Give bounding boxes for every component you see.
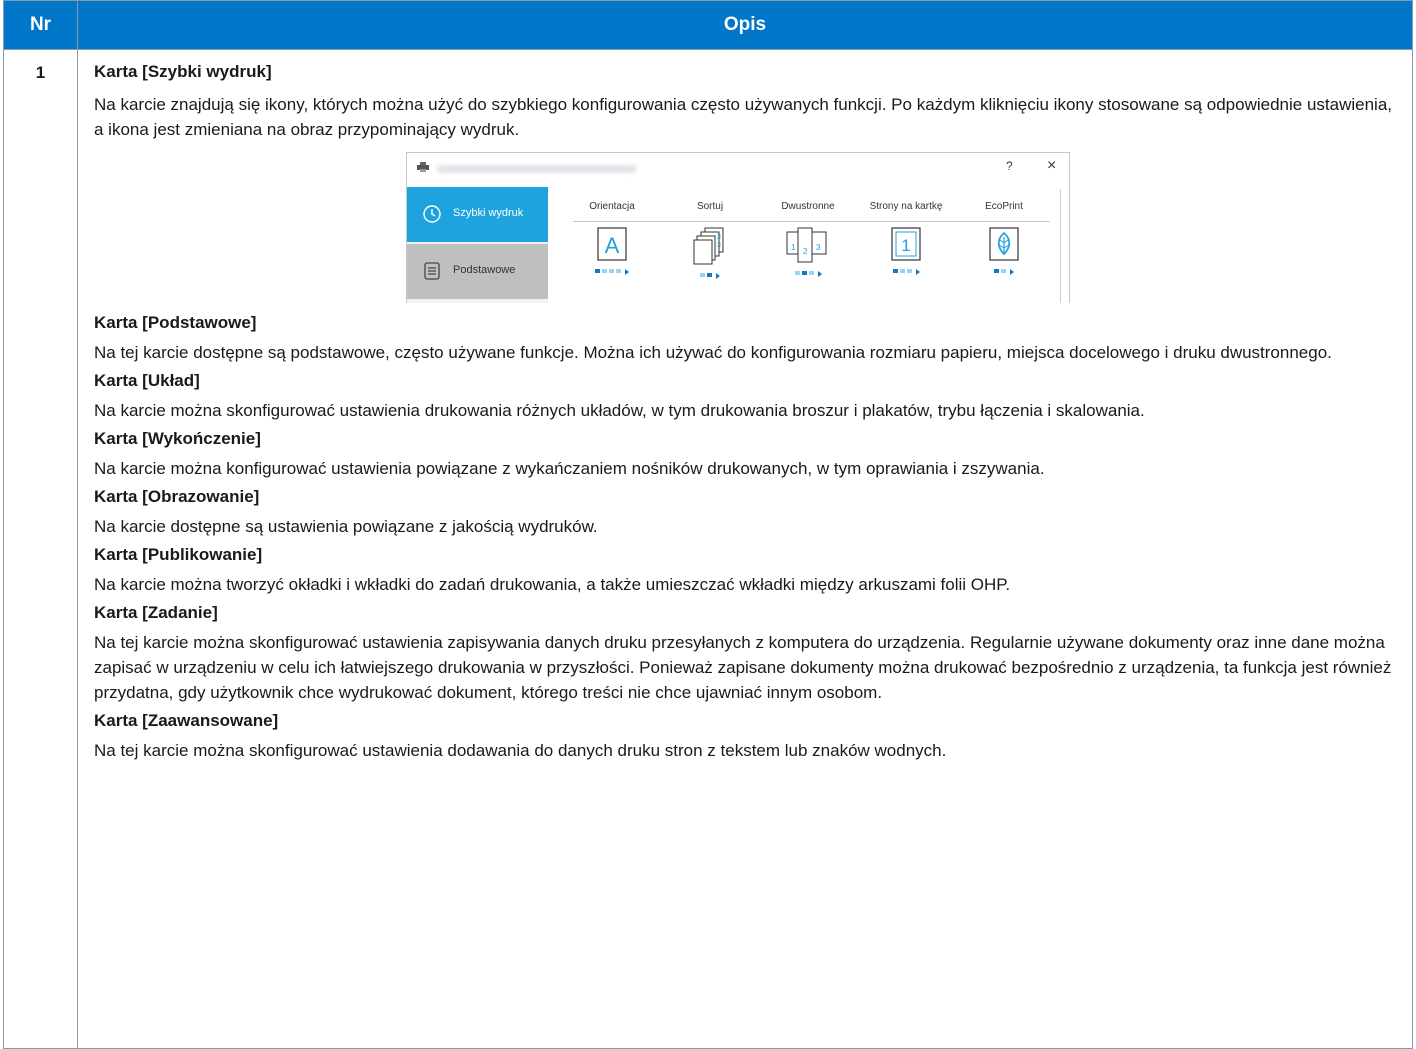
section-body: Na tej karcie można skonfigurować ustawi… bbox=[94, 741, 947, 760]
ecoprint-icon bbox=[989, 227, 1019, 261]
section-obrazowanie: Karta [Obrazowanie] Na karcie dostępne s… bbox=[94, 487, 1400, 539]
section-title: Karta [Wykończenie] bbox=[94, 429, 261, 448]
section-title: Karta [Publikowanie] bbox=[94, 545, 263, 564]
tab-podstawowe[interactable]: Podstawowe bbox=[407, 244, 548, 299]
header-opis: Opis bbox=[77, 0, 1413, 50]
row-number: 1 bbox=[3, 49, 78, 1049]
option-label: Dwustronne bbox=[781, 201, 835, 212]
state-indicator bbox=[758, 271, 858, 277]
section-title: Karta [Zadanie] bbox=[94, 603, 218, 622]
section-body: Na tej karcie można skonfigurować ustawi… bbox=[94, 633, 1392, 702]
section-zadanie: Karta [Zadanie] Na tej karcie można skon… bbox=[94, 603, 1400, 705]
dialog-title-bar: ? × bbox=[407, 153, 1069, 183]
section-title: Karta [Podstawowe] bbox=[94, 313, 257, 332]
section-body: Na karcie dostępne są ustawienia powiąza… bbox=[94, 517, 598, 536]
section-publikowanie: Karta [Publikowanie] Na karcie można two… bbox=[94, 545, 1400, 597]
section-body: Na karcie można tworzyć okładki i wkładk… bbox=[94, 575, 1011, 594]
document-icon bbox=[424, 262, 440, 280]
section-body: Na karcie znajdują się ikony, których mo… bbox=[94, 95, 1393, 139]
section-podstawowe: Karta [Podstawowe] Na tej karcie dostępn… bbox=[94, 313, 1400, 365]
section-body: Na karcie można skonfigurować ustawienia… bbox=[94, 401, 1145, 420]
svg-text:3: 3 bbox=[717, 242, 721, 249]
section-wykonczenie: Karta [Wykończenie] Na karcie można konf… bbox=[94, 429, 1400, 481]
option-label: EcoPrint bbox=[985, 201, 1023, 212]
print-dialog-screenshot: ? × Szybki wydruk Podstawowe Orientacja … bbox=[406, 152, 1070, 303]
option-ecoprint[interactable]: EcoPrint bbox=[954, 201, 1054, 275]
orientation-icon: A bbox=[597, 227, 627, 261]
option-label: Strony na kartkę bbox=[869, 201, 943, 212]
option-sortuj[interactable]: Sortuj 3 3 bbox=[660, 201, 760, 279]
state-indicator bbox=[856, 269, 956, 275]
section-title: Karta [Szybki wydruk] bbox=[94, 62, 272, 81]
option-label: Sortuj bbox=[696, 201, 724, 212]
tab-label: Podstawowe bbox=[453, 264, 516, 276]
table-row: 1 Karta [Szybki wydruk] Na karcie znajdu… bbox=[3, 49, 1413, 1049]
state-indicator bbox=[660, 273, 760, 279]
dialog-sidebar: Szybki wydruk Podstawowe bbox=[407, 187, 548, 303]
state-indicator bbox=[562, 269, 662, 275]
description-table: Nr Opis 1 Karta [Szybki wydruk] Na karci… bbox=[3, 0, 1413, 1049]
svg-text:1: 1 bbox=[791, 243, 796, 252]
collate-icon: 3 3 bbox=[693, 227, 724, 265]
printer-icon bbox=[417, 162, 429, 172]
section-body: Na karcie można konfigurować ustawienia … bbox=[94, 459, 1045, 478]
section-uklad: Karta [Układ] Na karcie można skonfiguro… bbox=[94, 371, 1400, 423]
blurred-title bbox=[437, 165, 637, 173]
state-indicator bbox=[954, 269, 1054, 275]
row-description: Karta [Szybki wydruk] Na karcie znajdują… bbox=[77, 49, 1413, 1049]
svg-text:1: 1 bbox=[901, 236, 910, 255]
option-label: Orientacja bbox=[589, 201, 635, 212]
option-dwustronne[interactable]: Dwustronne 1 2 3 bbox=[758, 201, 858, 277]
svg-text:3: 3 bbox=[816, 243, 821, 252]
close-button[interactable]: × bbox=[1047, 157, 1056, 175]
option-orientacja[interactable]: Orientacja A bbox=[562, 201, 662, 275]
section-title: Karta [Zaawansowane] bbox=[94, 711, 279, 730]
duplex-icon: 1 2 3 bbox=[786, 227, 827, 263]
section-title: Karta [Obrazowanie] bbox=[94, 487, 260, 506]
section-body: Na tej karcie dostępne są podstawowe, cz… bbox=[94, 343, 1332, 362]
tab-szybki-wydruk[interactable]: Szybki wydruk bbox=[407, 187, 548, 242]
scroll-edge bbox=[1060, 189, 1061, 303]
option-strony-na-kartke[interactable]: Strony na kartkę 1 bbox=[856, 201, 956, 275]
svg-text:A: A bbox=[605, 233, 620, 258]
svg-text:3: 3 bbox=[717, 234, 721, 241]
pages-per-sheet-icon: 1 bbox=[891, 227, 921, 261]
tab-label: Szybki wydruk bbox=[453, 207, 524, 219]
header-nr: Nr bbox=[3, 0, 78, 50]
dialog-main: Orientacja A Sortuj 3 3 Dwustronne 1 2 3… bbox=[548, 183, 1061, 303]
help-button[interactable]: ? bbox=[1006, 159, 1013, 173]
clock-icon bbox=[423, 205, 441, 223]
section-szybki-wydruk: Karta [Szybki wydruk] Na karcie znajdują… bbox=[94, 62, 1400, 142]
section-title: Karta [Układ] bbox=[94, 371, 200, 390]
svg-text:2: 2 bbox=[803, 247, 808, 256]
section-zaawansowane: Karta [Zaawansowane] Na tej karcie można… bbox=[94, 711, 1400, 763]
